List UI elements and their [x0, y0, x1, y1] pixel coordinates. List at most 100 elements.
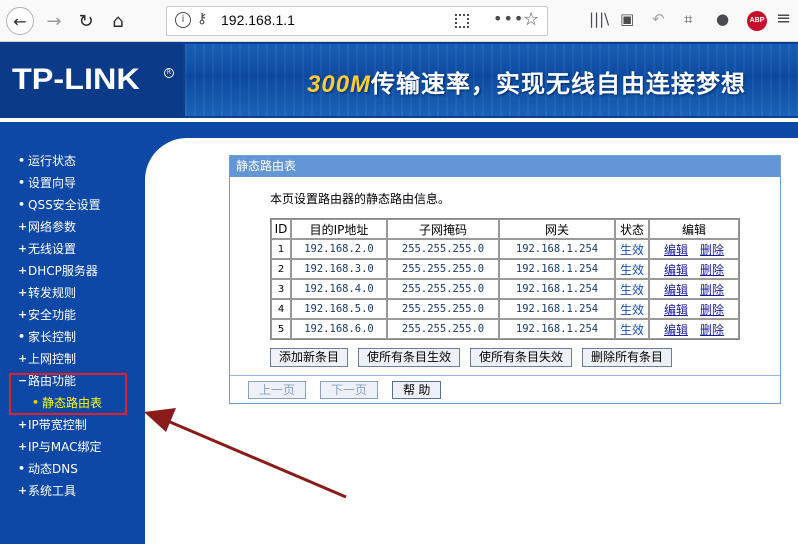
table-row: 4 192.168.5.0 255.255.255.0 192.168.1.25…	[271, 299, 739, 319]
delete-link[interactable]: 删除	[700, 263, 724, 277]
crop-icon[interactable]: ⌗	[684, 10, 692, 28]
cell-dest-ip: 192.168.4.0	[291, 279, 387, 299]
registered-mark: R	[164, 68, 174, 78]
sidebar-item-parental[interactable]: • 家长控制	[18, 327, 76, 345]
cell-id: 3	[271, 279, 291, 299]
cell-id: 4	[271, 299, 291, 319]
sidebar-item-system-tools[interactable]: + 系统工具	[18, 481, 76, 499]
routing-table: ID 目的IP地址 子网掩码 网关 状态 编辑 1 192.168.2.0 25…	[270, 218, 740, 340]
edit-link[interactable]: 编辑	[664, 323, 688, 337]
delete-link[interactable]: 删除	[700, 243, 724, 257]
cell-id: 2	[271, 259, 291, 279]
cell-subnet-mask: 255.255.255.0	[387, 259, 499, 279]
sidebar-item-dhcp[interactable]: + DHCP服务器	[18, 261, 98, 279]
address-bar[interactable]: i ⚷ 192.168.1.1 ••• ☆	[166, 6, 548, 36]
table-row: 2 192.168.3.0 255.255.255.0 192.168.1.25…	[271, 259, 739, 279]
cell-id: 5	[271, 319, 291, 339]
undo-icon[interactable]: ↶	[652, 10, 665, 28]
table-row: 1 192.168.2.0 255.255.255.0 192.168.1.25…	[271, 239, 739, 259]
delete-link[interactable]: 删除	[700, 323, 724, 337]
qr-code-icon[interactable]	[455, 14, 469, 28]
prev-page-button[interactable]: 上一页	[248, 381, 307, 399]
chat-icon[interactable]: ●	[716, 10, 729, 28]
cell-gateway: 192.168.1.254	[499, 319, 615, 339]
table-row: 3 192.168.4.0 255.255.255.0 192.168.1.25…	[271, 279, 739, 299]
forward-button[interactable]: →	[40, 7, 68, 35]
url-text[interactable]: 192.168.1.1	[221, 12, 295, 28]
cell-status: 生效	[615, 239, 649, 259]
arrow-left-icon: ←	[13, 11, 27, 31]
cell-status: 生效	[615, 279, 649, 299]
edit-link[interactable]: 编辑	[664, 283, 688, 297]
home-button[interactable]: ⌂	[104, 7, 132, 35]
col-dest-ip: 目的IP地址	[291, 219, 387, 239]
arrow-right-icon: →	[46, 10, 62, 32]
col-id: ID	[271, 219, 291, 239]
edit-link[interactable]: 编辑	[664, 303, 688, 317]
router-header: TP-LINK R 300M传输速率，实现无线自由连接梦想	[0, 42, 798, 118]
next-page-button[interactable]: 下一页	[320, 381, 379, 399]
sidebar-icon[interactable]: ▣	[620, 10, 634, 28]
more-actions-icon[interactable]: •••	[493, 9, 524, 28]
cell-dest-ip: 192.168.3.0	[291, 259, 387, 279]
col-subnet-mask: 子网掩码	[387, 219, 499, 239]
cell-subnet-mask: 255.255.255.0	[387, 279, 499, 299]
sidebar-item-security[interactable]: + 安全功能	[18, 305, 76, 323]
tp-link-logo: TP-LINK	[12, 63, 140, 96]
annotation-highlight-box	[9, 373, 127, 415]
key-icon[interactable]: ⚷	[197, 11, 207, 27]
sidebar-item-run-status[interactable]: • 运行状态	[18, 151, 76, 169]
home-icon: ⌂	[112, 10, 124, 32]
cell-ops: 编辑 删除	[649, 279, 739, 299]
delete-link[interactable]: 删除	[700, 303, 724, 317]
browser-toolbar: ← → ↻ ⌂ i ⚷ 192.168.1.1 ••• ☆ |||\ ▣ ↶ ⌗…	[0, 0, 798, 42]
sidebar-item-forwarding[interactable]: + 转发规则	[18, 283, 76, 301]
cell-status: 生效	[615, 299, 649, 319]
banner-slogan: 300M传输速率，实现无线自由连接梦想	[307, 64, 746, 99]
banner-slogan-text: 传输速率，实现无线自由连接梦想	[371, 70, 747, 98]
hamburger-menu-icon[interactable]: ≡	[776, 8, 791, 29]
panel-description: 本页设置路由器的静态路由信息。	[270, 192, 451, 206]
cell-subnet-mask: 255.255.255.0	[387, 239, 499, 259]
table-row: 5 192.168.6.0 255.255.255.0 192.168.1.25…	[271, 319, 739, 339]
delete-link[interactable]: 删除	[700, 283, 724, 297]
edit-link[interactable]: 编辑	[664, 243, 688, 257]
disable-all-button[interactable]: 使所有条目失效	[470, 348, 573, 367]
sidebar-item-qss[interactable]: • QSS安全设置	[18, 195, 101, 213]
info-icon[interactable]: i	[175, 12, 191, 28]
library-icon[interactable]: |||\	[589, 10, 609, 28]
enable-all-button[interactable]: 使所有条目生效	[358, 348, 461, 367]
sidebar-item-ip-mac-binding[interactable]: + IP与MAC绑定	[18, 437, 102, 455]
static-routing-panel: 静态路由表 本页设置路由器的静态路由信息。 ID 目的IP地址 子网掩码 网关 …	[229, 155, 781, 404]
col-edit: 编辑	[649, 219, 739, 239]
sidebar-item-network[interactable]: + 网络参数	[18, 217, 76, 235]
cell-dest-ip: 192.168.5.0	[291, 299, 387, 319]
bookmark-star-icon[interactable]: ☆	[523, 9, 539, 30]
help-button[interactable]: 帮 助	[392, 381, 442, 399]
logo-area: TP-LINK	[0, 42, 183, 118]
panel-footer: 上一页 下一页 帮 助	[230, 375, 780, 403]
adblock-icon[interactable]: ABP	[747, 11, 767, 31]
cell-dest-ip: 192.168.6.0	[291, 319, 387, 339]
arrow-head	[144, 408, 176, 432]
sidebar-item-wireless[interactable]: + 无线设置	[18, 239, 76, 257]
sidebar-item-bandwidth[interactable]: + IP带宽控制	[18, 415, 87, 433]
reload-button[interactable]: ↻	[72, 7, 100, 35]
sidebar-item-setup-wizard[interactable]: • 设置向导	[18, 173, 76, 191]
add-entry-button[interactable]: 添加新条目	[270, 348, 349, 367]
delete-all-button[interactable]: 删除所有条目	[582, 348, 673, 367]
cell-gateway: 192.168.1.254	[499, 259, 615, 279]
banner: 300M传输速率，实现无线自由连接梦想	[185, 44, 798, 116]
banner-speed: 300M	[307, 71, 372, 98]
cell-status: 生效	[615, 259, 649, 279]
sidebar-item-ddns[interactable]: • 动态DNS	[18, 459, 78, 477]
cell-status: 生效	[615, 319, 649, 339]
sidebar-item-access-control[interactable]: + 上网控制	[18, 349, 76, 367]
cell-gateway: 192.168.1.254	[499, 299, 615, 319]
cell-ops: 编辑 删除	[649, 299, 739, 319]
edit-link[interactable]: 编辑	[664, 263, 688, 277]
cell-gateway: 192.168.1.254	[499, 239, 615, 259]
cell-ops: 编辑 删除	[649, 259, 739, 279]
back-button[interactable]: ←	[6, 7, 34, 35]
cell-ops: 编辑 删除	[649, 319, 739, 339]
